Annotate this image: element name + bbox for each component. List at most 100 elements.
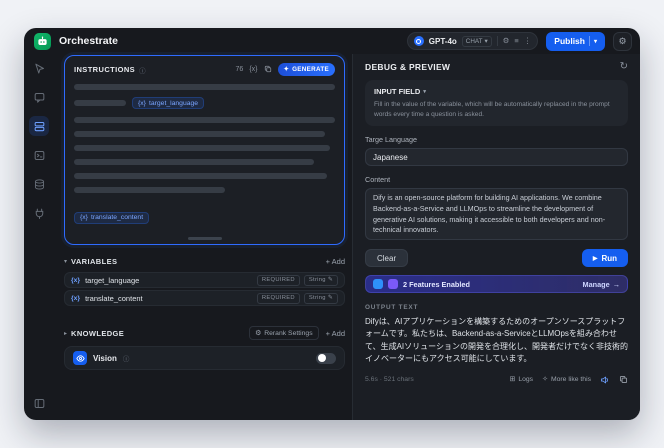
required-badge: REQUIRED bbox=[256, 274, 300, 286]
run-button[interactable]: ▶ Run bbox=[581, 249, 628, 268]
eye-icon bbox=[73, 351, 87, 365]
more-like-this-button[interactable]: ✧ More like this bbox=[542, 376, 591, 383]
model-sliders-icon[interactable]: ≡ bbox=[514, 37, 518, 45]
variable-row-target-language[interactable]: {x} target_language REQUIRED String ✎ bbox=[64, 272, 345, 288]
instructions-title: INSTRUCTIONS bbox=[74, 65, 136, 74]
orchestrate-icon[interactable] bbox=[29, 116, 49, 136]
collapse-sidebar-icon[interactable] bbox=[29, 393, 49, 413]
plugin-icon[interactable] bbox=[29, 203, 49, 223]
publish-button[interactable]: Publish ▾ bbox=[546, 31, 605, 51]
edit-icon: ✎ bbox=[327, 295, 333, 301]
features-enabled-text: 2 Features Enabled bbox=[403, 279, 470, 289]
left-icon-rail bbox=[24, 54, 54, 420]
model-more-icon[interactable]: ⋮ bbox=[524, 37, 532, 45]
variable-brace-icon: {x} bbox=[71, 294, 81, 302]
copy-output-icon[interactable] bbox=[619, 375, 628, 384]
content-textarea[interactable]: Dify is an open-source platform for buil… bbox=[365, 188, 628, 241]
info-icon: ⓘ bbox=[139, 67, 146, 75]
play-icon: ▶ bbox=[592, 255, 598, 262]
chevron-down-icon: ▾ bbox=[593, 38, 597, 45]
knowledge-title: KNOWLEDGE bbox=[71, 328, 125, 338]
type-badge[interactable]: String ✎ bbox=[303, 274, 338, 286]
arrow-right-icon: → bbox=[612, 279, 620, 289]
clear-button[interactable]: Clear bbox=[365, 249, 409, 268]
app-window: Orchestrate GPT-4o CHAT ▾ ⚙ ≡ ⋮ Publish … bbox=[24, 28, 640, 420]
prompt-text-line bbox=[74, 131, 325, 137]
variables-section-header: ▾ VARIABLES + Add bbox=[64, 257, 345, 266]
input-field-toggle[interactable]: INPUT FIELD ▾ bbox=[374, 87, 619, 96]
sparkle-icon: ✧ bbox=[542, 376, 548, 384]
copy-prompt-icon[interactable] bbox=[264, 65, 272, 75]
logs-icon: ⊞ bbox=[509, 376, 516, 384]
feature-icon-2 bbox=[388, 279, 398, 290]
settings-button[interactable]: ⚙ bbox=[613, 31, 632, 51]
variable-brace-icon: {x} bbox=[71, 276, 81, 284]
instructions-header: INSTRUCTIONS ⓘ 76 {x} ✦ GENERATE bbox=[74, 63, 335, 76]
feature-icon-1 bbox=[373, 279, 383, 290]
generate-button[interactable]: ✦ GENERATE bbox=[277, 63, 335, 76]
model-mode-badge[interactable]: CHAT ▾ bbox=[461, 35, 492, 47]
output-meta: 5.6s · 521 chars bbox=[365, 376, 414, 384]
page-background: Orchestrate GPT-4o CHAT ▾ ⚙ ≡ ⋮ Publish … bbox=[0, 0, 664, 448]
terminal-icon[interactable] bbox=[29, 145, 49, 165]
prompt-text-line bbox=[74, 173, 328, 179]
model-name: GPT-4o bbox=[428, 36, 457, 46]
chat-icon[interactable] bbox=[29, 87, 49, 107]
model-provider-icon bbox=[413, 36, 424, 46]
vision-card: Vision ⓘ bbox=[64, 346, 345, 370]
add-variable-button[interactable]: + Add bbox=[326, 257, 345, 266]
chevron-down-icon: ▾ bbox=[484, 37, 488, 45]
content-label: Content bbox=[365, 175, 391, 185]
variables-brace-icon[interactable]: {x} bbox=[249, 66, 257, 73]
prompt-text-line bbox=[74, 187, 226, 193]
variable-token-translate-content: {x} translate_content bbox=[74, 211, 150, 224]
debug-preview-panel: DEBUG & PREVIEW ↻ INPUT FIELD ▾ Fill in … bbox=[352, 54, 640, 420]
variable-token-target-language: {x} target_language bbox=[132, 97, 205, 109]
pill-divider bbox=[496, 36, 498, 46]
prompt-text-line bbox=[74, 159, 315, 165]
target-language-label: Targe Language bbox=[365, 135, 417, 145]
chevron-down-icon: ▾ bbox=[423, 88, 427, 95]
type-badge[interactable]: String ✎ bbox=[303, 292, 338, 304]
variables-title: VARIABLES bbox=[71, 257, 118, 266]
vision-label: Vision bbox=[93, 353, 117, 363]
info-icon: ⓘ bbox=[122, 356, 130, 363]
chevron-down-icon[interactable]: ▾ bbox=[64, 258, 67, 265]
add-knowledge-button[interactable]: + Add bbox=[326, 329, 345, 338]
char-count: 76 bbox=[235, 66, 244, 73]
vision-toggle[interactable] bbox=[316, 352, 336, 364]
features-bar: 2 Features Enabled Manage → bbox=[365, 275, 628, 294]
output-text-title: OUTPUT TEXT bbox=[365, 304, 419, 312]
target-language-input[interactable] bbox=[365, 148, 628, 167]
model-params-icon[interactable]: ⚙ bbox=[503, 37, 510, 45]
page-title: Orchestrate bbox=[59, 35, 118, 47]
prompt-text-line bbox=[74, 84, 335, 90]
logs-button[interactable]: ⊞ Logs bbox=[509, 376, 533, 383]
prompt-text-line bbox=[74, 100, 126, 106]
database-icon[interactable] bbox=[29, 174, 49, 194]
variable-row-translate-content[interactable]: {x} translate_content REQUIRED String ✎ bbox=[64, 290, 345, 306]
gear-icon: ⚙ bbox=[618, 35, 627, 46]
output-footer: 5.6s · 521 chars ⊞ Logs ✧ More like this bbox=[365, 375, 628, 385]
pointer-icon[interactable] bbox=[29, 58, 49, 78]
refresh-icon[interactable]: ↻ bbox=[620, 62, 628, 72]
input-field-description: Fill in the value of the variable, which… bbox=[374, 101, 610, 118]
prompt-text-line bbox=[74, 117, 335, 123]
model-selector[interactable]: GPT-4o CHAT ▾ ⚙ ≡ ⋮ bbox=[406, 32, 539, 50]
debug-preview-title: DEBUG & PREVIEW bbox=[365, 62, 451, 72]
publish-divider bbox=[588, 36, 590, 46]
prompt-text-line bbox=[74, 145, 330, 151]
rerank-settings-button[interactable]: ⚙ Rerank Settings bbox=[249, 326, 319, 340]
input-field-card: INPUT FIELD ▾ Fill in the value of the v… bbox=[365, 80, 628, 127]
chevron-right-icon[interactable]: ▸ bbox=[64, 330, 67, 337]
resize-handle[interactable] bbox=[187, 237, 222, 240]
knowledge-section-header: ▸ KNOWLEDGE ⚙ Rerank Settings + Add bbox=[64, 326, 345, 340]
app-logo-icon[interactable] bbox=[34, 32, 51, 50]
speaker-icon[interactable] bbox=[600, 375, 610, 385]
top-bar: Orchestrate GPT-4o CHAT ▾ ⚙ ≡ ⋮ Publish … bbox=[24, 28, 640, 54]
manage-features-button[interactable]: Manage → bbox=[583, 280, 620, 289]
required-badge: REQUIRED bbox=[256, 292, 300, 304]
output-text: Difyは、AIアプリケーションを構築するためのオープンソースプラットフォームで… bbox=[365, 317, 628, 364]
gear-icon: ⚙ bbox=[255, 330, 262, 337]
instructions-editor[interactable]: INSTRUCTIONS ⓘ 76 {x} ✦ GENERATE {x} tar… bbox=[64, 55, 345, 245]
